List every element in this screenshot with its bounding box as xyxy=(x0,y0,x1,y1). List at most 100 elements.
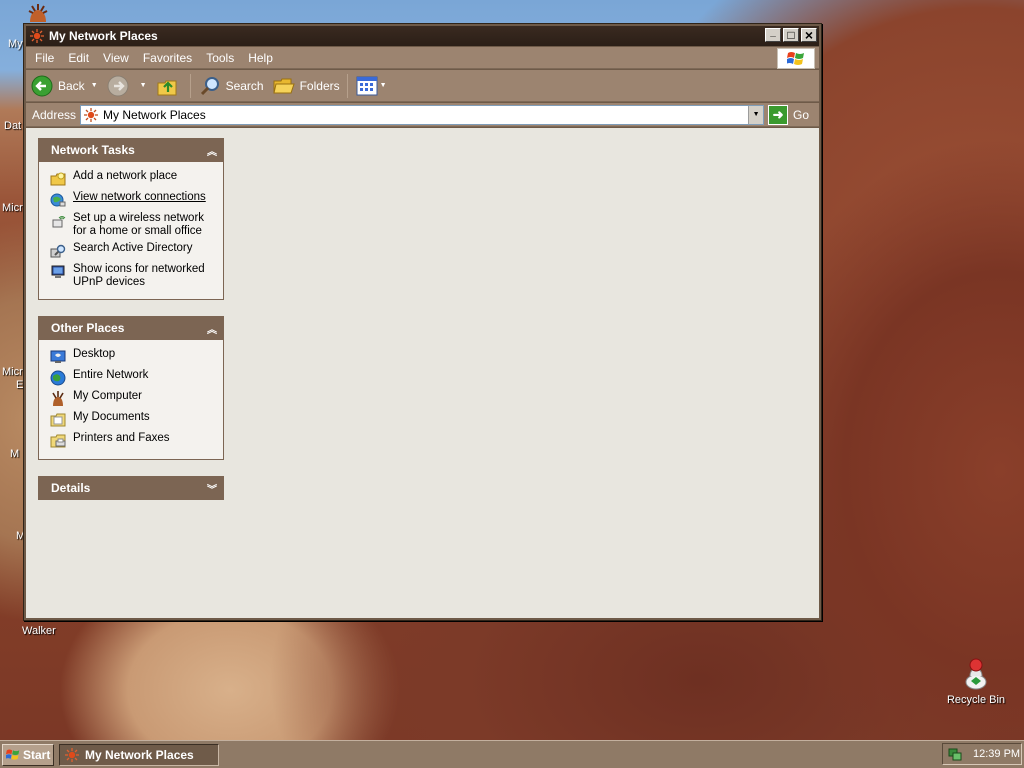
network-tasks-panel: Network Tasks ︽ Add a network place View… xyxy=(38,138,224,300)
place-label: Printers and Faxes xyxy=(73,432,170,444)
task-view-network-connections[interactable]: View network connections xyxy=(50,191,217,208)
taskbar: Start My Network Places 12:39 PM xyxy=(0,740,1024,768)
folders-icon xyxy=(272,74,296,98)
back-dropdown-icon[interactable]: ▼ xyxy=(91,82,98,89)
toolbar-separator xyxy=(346,73,348,98)
close-button[interactable]: × xyxy=(801,28,817,42)
upnp-devices-icon xyxy=(50,264,66,280)
recycle-bin-label: Recycle Bin xyxy=(946,694,1006,706)
place-my-documents[interactable]: My Documents xyxy=(50,411,217,428)
menu-view[interactable]: View xyxy=(96,51,136,65)
add-network-place-icon xyxy=(50,171,66,187)
menu-file[interactable]: File xyxy=(26,51,61,65)
my-computer-icon xyxy=(50,391,66,407)
folders-button[interactable]: Folders xyxy=(268,72,344,100)
go-label: Go xyxy=(793,107,810,122)
address-input[interactable]: My Network Places ▼ xyxy=(80,104,765,125)
place-label: Entire Network xyxy=(73,369,149,381)
toolbar-separator xyxy=(189,73,191,98)
windows-logo-icon xyxy=(777,48,815,69)
other-places-header[interactable]: Other Places ︽ xyxy=(38,316,224,340)
menu-edit[interactable]: Edit xyxy=(61,51,96,65)
address-dropdown-icon[interactable]: ▼ xyxy=(748,105,764,124)
network-tray-icon[interactable] xyxy=(947,746,963,762)
details-title: Details xyxy=(51,481,91,495)
network-connections-icon xyxy=(50,192,66,208)
views-icon xyxy=(355,74,379,98)
menu-help[interactable]: Help xyxy=(241,51,280,65)
back-label: Back xyxy=(58,78,85,93)
close-icon: × xyxy=(804,27,814,43)
menu-tools[interactable]: Tools xyxy=(199,51,241,65)
task-label: Add a network place xyxy=(73,170,178,182)
task-show-upnp-icons[interactable]: Show icons for networked UPnP devices xyxy=(50,263,217,289)
task-pane: Network Tasks ︽ Add a network place View… xyxy=(38,138,224,516)
recycle-bin-icon xyxy=(960,656,992,690)
place-label: Desktop xyxy=(73,348,116,360)
printers-faxes-icon xyxy=(50,433,66,449)
folders-label: Folders xyxy=(299,78,340,93)
desktop-label-micr-1[interactable]: Micr xyxy=(2,202,23,214)
place-label: My Documents xyxy=(73,411,150,423)
forward-dropdown-icon[interactable]: ▼ xyxy=(140,82,147,89)
desktop-icon-top-left[interactable] xyxy=(26,2,50,24)
content-area[interactable]: Network Tasks ︽ Add a network place View… xyxy=(26,128,819,618)
search-directory-icon xyxy=(50,243,66,259)
up-folder-icon xyxy=(155,74,179,98)
place-printers-and-faxes[interactable]: Printers and Faxes xyxy=(50,432,217,449)
search-button[interactable]: Search xyxy=(194,72,268,100)
system-tray: 12:39 PM xyxy=(942,743,1022,765)
network-places-icon xyxy=(64,747,80,763)
network-tasks-header[interactable]: Network Tasks ︽ xyxy=(38,138,224,162)
task-label: View network connections xyxy=(73,191,206,203)
taskbar-item-label: My Network Places xyxy=(85,747,194,762)
minimize-icon: _ xyxy=(770,26,776,38)
toolbar: Back ▼ ▼ Search Folders ▼ xyxy=(26,70,819,102)
wireless-network-icon xyxy=(50,213,66,229)
details-header[interactable]: Details ︾ xyxy=(38,476,224,500)
taskbar-item-my-network-places[interactable]: My Network Places xyxy=(59,743,219,766)
desktop-label-micr-2[interactable]: Micr xyxy=(2,366,23,378)
menu-favorites[interactable]: Favorites xyxy=(136,51,199,65)
address-label: Address xyxy=(32,107,77,122)
desktop-label-m-1[interactable]: M xyxy=(10,448,19,460)
views-button[interactable]: ▼ xyxy=(351,72,395,100)
place-entire-network[interactable]: Entire Network xyxy=(50,369,217,386)
network-places-icon xyxy=(29,28,45,44)
other-places-body: Desktop Entire Network My Computer My Do… xyxy=(38,340,224,460)
window-title: My Network Places xyxy=(49,29,158,43)
up-folder-button[interactable] xyxy=(151,72,187,100)
collapse-chevron-icon[interactable]: ︽ xyxy=(207,321,217,336)
network-tasks-title: Network Tasks xyxy=(51,143,135,157)
desktop-label-dat[interactable]: Dat xyxy=(4,120,21,132)
desktop-label-walker[interactable]: Walker xyxy=(22,625,56,637)
my-documents-icon xyxy=(50,412,66,428)
place-my-computer[interactable]: My Computer xyxy=(50,390,217,407)
clock[interactable]: 12:39 PM xyxy=(973,748,1020,760)
search-icon xyxy=(198,74,222,98)
task-add-network-place[interactable]: Add a network place xyxy=(50,170,217,187)
minimize-button[interactable]: _ xyxy=(765,26,781,42)
forward-button[interactable] xyxy=(102,72,138,100)
place-desktop[interactable]: Desktop xyxy=(50,348,217,365)
search-label: Search xyxy=(225,78,264,93)
go-arrow-icon: ➜ xyxy=(768,104,789,125)
maximize-icon: □ xyxy=(787,28,795,42)
back-button[interactable]: Back xyxy=(26,72,89,100)
title-bar[interactable]: My Network Places _ □ × xyxy=(26,26,819,46)
menu-bar: File Edit View Favorites Tools Help xyxy=(26,47,819,69)
explorer-window[interactable]: My Network Places _ □ × File Edit View F… xyxy=(23,23,822,621)
start-button[interactable]: Start xyxy=(2,743,54,766)
other-places-panel: Other Places ︽ Desktop Entire Network My… xyxy=(38,316,224,460)
desktop-label-my[interactable]: My xyxy=(8,38,23,50)
recycle-bin[interactable]: Recycle Bin xyxy=(940,656,1012,706)
maximize-button[interactable]: □ xyxy=(783,28,799,42)
address-value: My Network Places xyxy=(103,107,206,122)
other-places-title: Other Places xyxy=(51,321,125,335)
collapse-chevron-icon[interactable]: ︽ xyxy=(207,143,217,158)
task-search-active-directory[interactable]: Search Active Directory xyxy=(50,242,217,259)
go-button[interactable]: ➜ Go xyxy=(768,104,810,125)
task-setup-wireless-network[interactable]: Set up a wireless network for a home or … xyxy=(50,212,217,238)
expand-chevron-icon[interactable]: ︾ xyxy=(207,481,217,496)
task-label: Show icons for networked UPnP devices xyxy=(73,263,205,288)
